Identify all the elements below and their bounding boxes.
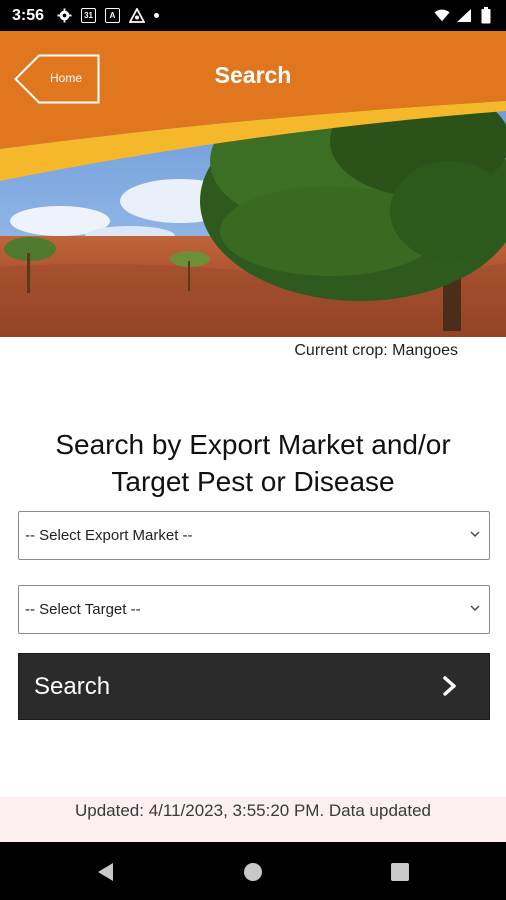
search-heading-line2: Target Pest or Disease [111,466,395,497]
status-right [434,7,494,24]
wifi-icon [434,8,450,24]
system-nav-bar [0,842,506,900]
battery-icon [478,7,494,24]
status-time: 3:56 [12,6,45,24]
signal-icon [456,8,472,24]
chevron-down-icon [470,605,480,611]
home-circle-icon[interactable] [241,860,265,884]
target-select[interactable]: -- Select Target -- [18,585,490,634]
chevron-down-icon [470,531,480,537]
export-market-select[interactable]: -- Select Export Market -- [18,511,490,560]
search-button-label: Search [34,672,111,700]
dot-icon [154,13,160,18]
page-title: Search [214,62,292,88]
update-status-text: Updated: 4/11/2023, 3:55:20 PM. Data upd… [74,801,431,820]
chevron-right-icon [443,676,456,696]
export-market-selected: -- Select Export Market -- [25,527,193,544]
calendar-icon: 31 [81,8,97,23]
current-crop-text: Current crop: Mangoes [294,342,458,359]
header-hero: Home Search [0,31,506,337]
back-icon[interactable] [94,860,118,884]
target-selected: -- Select Target -- [25,601,141,618]
status-icons: 31 A [56,8,160,24]
search-heading-line1: Search by Export Market and/or [55,429,451,460]
update-status-bar: Updated: 4/11/2023, 3:55:20 PM. Data upd… [0,797,506,842]
app-screen: 3:56 31 A Home Search Current crop: Mang… [0,0,506,900]
triangle-logo-icon [129,8,146,24]
a-box-icon: A [105,8,121,23]
gear-icon [56,8,72,24]
search-heading: Search by Export Market and/or Target Pe… [0,426,506,500]
recents-square-icon[interactable] [388,860,412,884]
status-bar: 3:56 31 A [0,0,506,31]
search-button[interactable]: Search [18,653,490,720]
